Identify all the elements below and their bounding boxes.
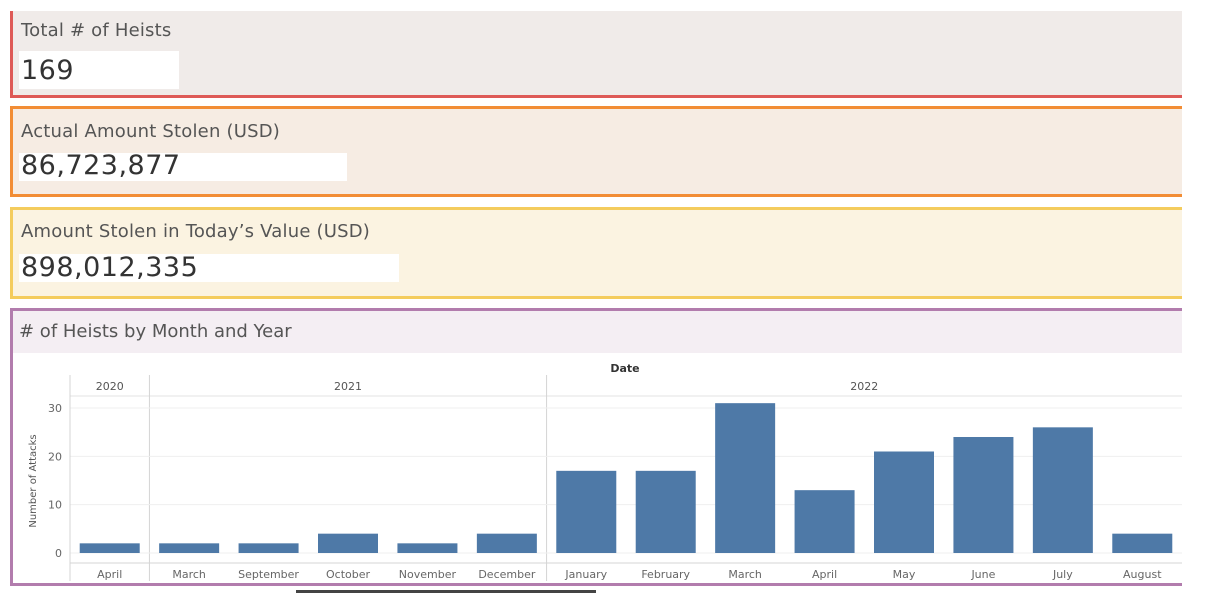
bar-11 — [874, 451, 934, 553]
total-heists-value: 169 — [21, 55, 75, 86]
y-tick-label: 20 — [48, 450, 62, 463]
y-axis-title: Number of Attacks — [28, 434, 39, 527]
y-tick-label: 30 — [48, 402, 62, 415]
x-tick-label: March — [172, 568, 206, 581]
actual-amount-value-box: 86,723,877 — [19, 150, 347, 181]
todays-value-title: Amount Stolen in Today’s Value (USD) — [21, 221, 371, 242]
bar-13 — [1032, 427, 1093, 553]
actual-amount-card: Actual Amount Stolen (USD) 86,723,877 — [10, 106, 1182, 197]
actual-amount-title: Actual Amount Stolen (USD) — [21, 121, 280, 142]
x-tick-label: April — [812, 568, 837, 581]
x-tick-label: August — [1123, 568, 1162, 581]
x-axis-title: Date — [610, 362, 639, 375]
year-label-2021: 2021 — [334, 380, 362, 393]
x-tick-label: January — [564, 568, 607, 581]
bar-3 — [238, 543, 299, 553]
bar-2 — [159, 543, 220, 553]
year-label-2020: 2020 — [96, 380, 124, 393]
x-tick-label: May — [893, 568, 916, 581]
bar-10 — [794, 490, 855, 553]
bar-8 — [635, 470, 696, 553]
y-tick-label: 0 — [55, 547, 62, 560]
x-tick-label: December — [478, 568, 536, 581]
x-tick-label: June — [970, 568, 995, 581]
todays-value-value: 898,012,335 — [21, 252, 199, 283]
scrollbar-track — [296, 590, 596, 593]
x-tick-label: April — [97, 568, 122, 581]
y-tick-label: 10 — [48, 499, 62, 512]
x-tick-label: March — [728, 568, 762, 581]
bar-14 — [1112, 533, 1173, 553]
heists-bar-chart: Date 2020 2021 2022 0 10 20 30 Number of Attacks… — [28, 362, 1182, 581]
total-heists-title: Total # of Heists — [21, 20, 172, 41]
bar-1 — [79, 543, 140, 553]
x-tick-label: September — [238, 568, 299, 581]
x-tick-label: October — [326, 568, 370, 581]
total-heists-card: Total # of Heists 169 — [10, 11, 1182, 98]
bar-9 — [715, 403, 776, 553]
total-heists-value-box: 169 — [19, 51, 179, 89]
todays-value-card: Amount Stolen in Today’s Value (USD) 898… — [10, 207, 1182, 299]
bar-7 — [556, 470, 617, 553]
x-tick-label: February — [641, 568, 690, 581]
todays-value-value-box: 898,012,335 — [19, 252, 399, 283]
bar-4 — [318, 533, 378, 553]
actual-amount-value: 86,723,877 — [21, 150, 181, 181]
bar-12 — [953, 437, 1014, 553]
x-tick-label: November — [399, 568, 457, 581]
bar-5 — [397, 543, 458, 553]
bar-6 — [476, 533, 537, 553]
year-label-2022: 2022 — [850, 380, 878, 393]
heists-chart-panel: # of Heists by Month and Year Date 2020 20… — [10, 308, 1182, 586]
x-tick-label: July — [1052, 568, 1073, 581]
